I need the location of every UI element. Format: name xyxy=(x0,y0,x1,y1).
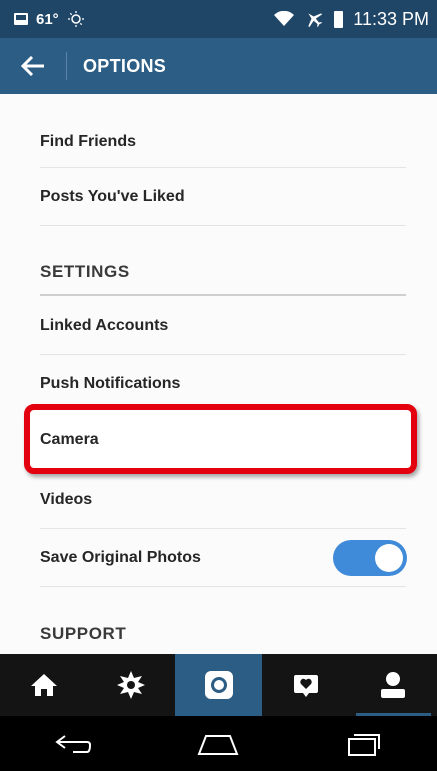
app-bar-divider xyxy=(66,52,67,80)
divider xyxy=(40,528,406,529)
menu-item-videos[interactable]: Videos xyxy=(40,472,406,528)
wifi-icon xyxy=(274,11,295,26)
page-title: OPTIONS xyxy=(83,55,167,76)
section-divider xyxy=(40,294,406,296)
menu-item-linked-accounts[interactable]: Linked Accounts xyxy=(40,298,406,354)
status-left: 61° xyxy=(14,10,85,28)
tab-camera[interactable] xyxy=(174,654,263,716)
clock-text: 11:33 PM xyxy=(353,8,429,29)
save-original-photos-toggle[interactable] xyxy=(333,540,407,576)
menu-item-label: Push Notifications xyxy=(40,375,181,392)
explore-icon xyxy=(117,671,146,699)
activity-icon xyxy=(293,675,318,697)
app-bar: OPTIONS xyxy=(0,38,437,94)
menu-item-label: Posts You've Liked xyxy=(40,188,185,205)
tab-home[interactable] xyxy=(0,654,87,716)
weather-icon xyxy=(67,11,84,27)
divider xyxy=(40,225,406,226)
tab-profile[interactable] xyxy=(350,654,437,716)
back-icon xyxy=(55,734,91,753)
tab-bar xyxy=(0,654,437,716)
recents-icon xyxy=(348,733,381,756)
airplane-mode-icon xyxy=(308,13,323,28)
status-bar: 61° 11:33 PM xyxy=(0,0,437,38)
arrow-left-icon xyxy=(21,56,44,76)
divider xyxy=(40,167,406,168)
menu-item-label: Camera xyxy=(40,431,99,448)
nav-recents-button[interactable] xyxy=(324,724,404,764)
menu-item-camera[interactable]: Camera xyxy=(40,412,406,468)
support-header: SUPPORT xyxy=(40,624,127,643)
temperature-text: 61° xyxy=(36,10,59,28)
divider xyxy=(40,354,406,355)
menu-item-label: Save Original Photos xyxy=(40,549,201,566)
options-list[interactable]: Find Friends Posts You've Liked SETTINGS… xyxy=(0,94,437,654)
menu-item-label: Videos xyxy=(40,491,93,508)
back-button[interactable] xyxy=(0,38,66,94)
system-nav-bar xyxy=(0,716,437,771)
settings-header: SETTINGS xyxy=(40,262,130,281)
menu-item-posts-liked[interactable]: Posts You've Liked xyxy=(40,169,406,225)
home-icon xyxy=(30,674,57,696)
divider xyxy=(40,586,406,587)
status-right: 11:33 PM xyxy=(274,9,429,30)
nav-home-button[interactable] xyxy=(178,724,258,764)
menu-item-label: Find Friends xyxy=(40,133,136,150)
camera-icon xyxy=(204,671,233,699)
tab-activity[interactable] xyxy=(262,654,349,716)
home-outline-icon xyxy=(198,734,239,755)
menu-item-label: Linked Accounts xyxy=(40,317,169,334)
toggle-knob xyxy=(375,544,403,572)
battery-icon xyxy=(334,10,344,28)
nav-back-button[interactable] xyxy=(33,724,113,764)
screenshot-icon xyxy=(14,13,28,25)
menu-item-find-friends[interactable]: Find Friends xyxy=(40,114,406,170)
profile-icon xyxy=(381,672,406,698)
tab-explore[interactable] xyxy=(87,654,174,716)
